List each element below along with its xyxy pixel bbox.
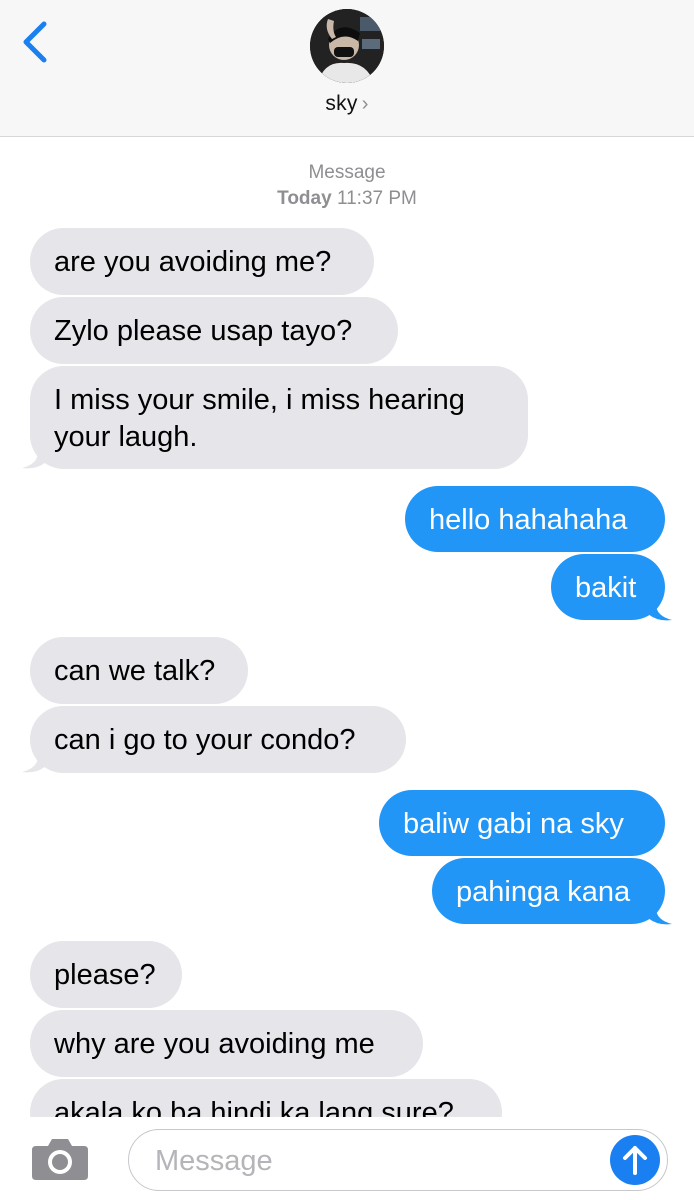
message-text: are you avoiding me? <box>54 246 332 278</box>
bubble-tail-outgoing <box>648 596 672 621</box>
message-text: can i go to your condo? <box>54 724 356 756</box>
send-button[interactable] <box>610 1135 660 1185</box>
thread-timestamp: Message Today 11:37 PM <box>0 160 694 212</box>
camera-icon <box>32 1139 88 1180</box>
message-bubble-incoming[interactable]: are you avoiding me? <box>30 228 374 295</box>
conversation-header: sky › <box>0 0 694 137</box>
bubble-tail-incoming <box>22 748 46 773</box>
service-label: Message <box>308 162 386 183</box>
message-text: please? <box>54 959 156 991</box>
message-bubble-incoming[interactable]: can we talk? <box>30 637 248 704</box>
message-bubble-incoming[interactable]: I miss your smile, i miss hearing your l… <box>30 366 528 469</box>
message-text-line: I miss your smile, i miss hearing <box>54 384 465 416</box>
message-bubble-outgoing[interactable]: hello hahahaha <box>405 486 665 552</box>
chevron-left-icon <box>23 21 47 63</box>
message-text: baliw gabi na sky <box>403 808 624 840</box>
message-bubble-incoming[interactable]: why are you avoiding me <box>30 1010 423 1077</box>
message-input[interactable] <box>153 1142 597 1180</box>
message-bubble-incoming[interactable]: please? <box>30 941 182 1008</box>
back-button[interactable] <box>14 16 58 64</box>
message-bubble-outgoing[interactable]: baliw gabi na sky <box>379 790 665 856</box>
contact-name: sky <box>325 92 358 115</box>
message-text: hello hahahaha <box>429 504 628 536</box>
message-text: pahinga kana <box>456 876 631 908</box>
message-text: why are you avoiding me <box>54 1028 375 1060</box>
message-bubble-incoming[interactable]: can i go to your condo? <box>30 706 406 773</box>
bubble-tail-incoming <box>22 444 46 469</box>
bubble-tail-outgoing <box>648 900 672 925</box>
message-text: bakit <box>575 572 637 604</box>
day-label: Today <box>277 188 332 209</box>
contact-name-button[interactable]: sky › <box>0 92 694 116</box>
message-bubble-incoming[interactable]: Zylo please usap tayo? <box>30 297 398 364</box>
contact-avatar[interactable] <box>310 9 384 83</box>
message-text: can we talk? <box>54 655 216 687</box>
camera-button[interactable] <box>30 1136 90 1182</box>
message-text-line: your laugh. <box>54 421 198 453</box>
time-label: 11:37 PM <box>336 188 417 209</box>
message-input-field[interactable] <box>128 1129 668 1191</box>
message-bubble-outgoing[interactable]: pahinga kana <box>432 858 665 924</box>
message-text: Zylo please usap tayo? <box>54 315 353 347</box>
chevron-right-icon: › <box>361 93 369 115</box>
arrow-up-icon <box>623 1146 647 1175</box>
